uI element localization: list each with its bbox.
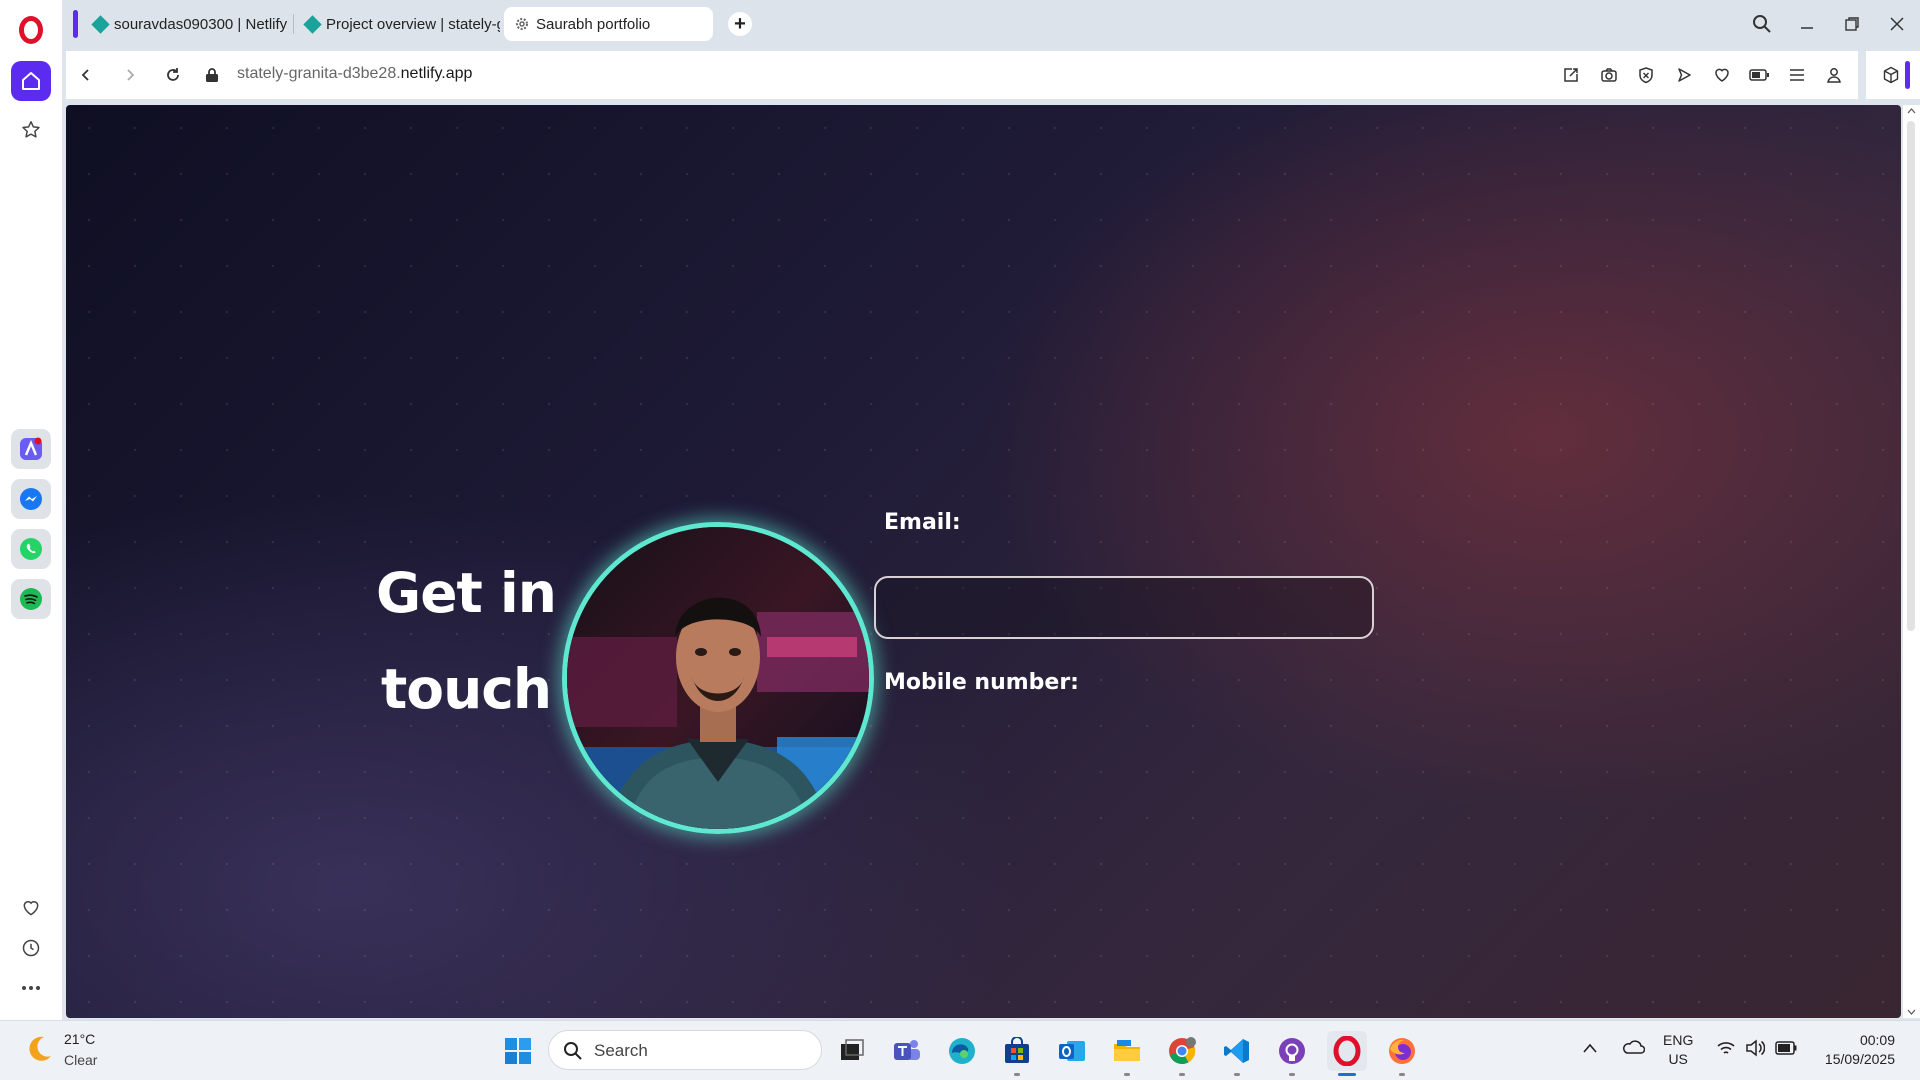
weather-condition: Clear bbox=[64, 1052, 98, 1068]
messenger-icon[interactable] bbox=[11, 479, 51, 519]
language-indicator[interactable]: ENG US bbox=[1663, 1031, 1693, 1069]
outlook-icon[interactable] bbox=[1052, 1031, 1092, 1071]
extensions-cube-icon[interactable] bbox=[1880, 64, 1902, 86]
panel-accent bbox=[1905, 61, 1910, 89]
chrome-icon[interactable] bbox=[1162, 1031, 1202, 1076]
avatar bbox=[562, 522, 874, 834]
gear-icon bbox=[514, 16, 530, 32]
tab-title: souravdas090300 | Netlify bbox=[114, 15, 288, 33]
spotify-icon[interactable] bbox=[11, 579, 51, 619]
flow-icon[interactable] bbox=[1673, 64, 1695, 86]
address-bar: stately-granita-d3be28.netlify.app bbox=[66, 51, 1858, 99]
edge-icon[interactable] bbox=[942, 1031, 982, 1071]
battery-icon[interactable] bbox=[1775, 1041, 1797, 1060]
battery-saver-icon[interactable] bbox=[1748, 64, 1770, 86]
lock-icon[interactable] bbox=[198, 61, 226, 89]
url-field[interactable]: stately-granita-d3be28.netlify.app bbox=[237, 65, 472, 83]
windows-taskbar: 21°C Clear Search ENG US 00:09 15/09/202… bbox=[0, 1020, 1920, 1080]
task-view-icon[interactable] bbox=[832, 1031, 872, 1071]
minimize-button[interactable] bbox=[1792, 10, 1822, 38]
language-code: ENG bbox=[1663, 1032, 1694, 1048]
dot-grid-background bbox=[66, 105, 1901, 1018]
adblock-icon[interactable] bbox=[1635, 64, 1657, 86]
file-explorer-icon[interactable] bbox=[1107, 1031, 1147, 1076]
tab-title: Saurabh portfolio bbox=[536, 15, 651, 33]
netlify-icon bbox=[302, 14, 322, 34]
github-desktop-icon[interactable] bbox=[1272, 1031, 1312, 1076]
tab-saurabh-portfolio[interactable]: Saurabh portfolio bbox=[504, 7, 713, 41]
search-placeholder: Search bbox=[594, 1041, 648, 1060]
webpage-viewport: Get in touch Email: Mobile number: bbox=[66, 105, 1901, 1018]
camera-icon[interactable] bbox=[1598, 64, 1620, 86]
history-icon[interactable] bbox=[11, 928, 51, 968]
weather-moon-icon[interactable] bbox=[24, 1033, 54, 1068]
page-scrollbar[interactable] bbox=[1903, 105, 1920, 1018]
show-hidden-icons-icon[interactable] bbox=[1582, 1041, 1598, 1059]
new-tab-button[interactable]: + bbox=[728, 12, 752, 36]
whatsapp-icon[interactable] bbox=[11, 529, 51, 569]
restore-button[interactable] bbox=[1837, 10, 1867, 38]
tab-title: Project overview | stately-g bbox=[326, 15, 500, 33]
tab-netlify-team[interactable]: souravdas090300 | Netlify bbox=[82, 7, 290, 41]
reload-button[interactable] bbox=[159, 61, 187, 89]
aria-icon[interactable] bbox=[11, 429, 51, 469]
keyboard-layout: US bbox=[1668, 1051, 1688, 1067]
back-button[interactable] bbox=[72, 61, 100, 89]
heart-icon[interactable] bbox=[11, 888, 51, 928]
teams-icon[interactable] bbox=[887, 1031, 927, 1071]
star-icon[interactable] bbox=[11, 110, 51, 150]
home-icon[interactable] bbox=[11, 61, 51, 101]
scrollbar-thumb[interactable] bbox=[1907, 121, 1915, 631]
close-button[interactable] bbox=[1882, 10, 1912, 38]
windows-start-icon[interactable] bbox=[498, 1031, 538, 1071]
clock-time: 00:09 bbox=[1859, 1032, 1895, 1048]
tab-group-accent bbox=[73, 10, 78, 38]
page-title: Get in touch bbox=[376, 561, 557, 721]
tab-search-icon[interactable] bbox=[1747, 10, 1777, 38]
opera-sidebar bbox=[0, 0, 62, 1020]
mobile-number-label: Mobile number: bbox=[884, 670, 1079, 695]
email-field[interactable] bbox=[874, 576, 1374, 639]
share-icon[interactable] bbox=[1560, 64, 1582, 86]
profile-icon[interactable] bbox=[1823, 64, 1845, 86]
volume-icon[interactable] bbox=[1745, 1039, 1766, 1062]
weather-temperature: 21°C bbox=[64, 1031, 96, 1047]
onedrive-icon[interactable] bbox=[1621, 1039, 1646, 1060]
vscode-icon[interactable] bbox=[1217, 1031, 1257, 1076]
netlify-icon bbox=[90, 14, 110, 34]
microsoft-store-icon[interactable] bbox=[997, 1031, 1037, 1076]
email-label: Email: bbox=[884, 510, 961, 535]
clock-date: 15/09/2025 bbox=[1824, 1051, 1895, 1067]
taskbar-search-input[interactable]: Search bbox=[548, 1030, 822, 1070]
firefox-icon[interactable] bbox=[1382, 1031, 1422, 1076]
opera-taskbar-icon[interactable] bbox=[1327, 1031, 1367, 1076]
forward-button[interactable] bbox=[116, 61, 144, 89]
extensions-panel bbox=[1866, 51, 1920, 99]
more-icon[interactable] bbox=[11, 968, 51, 1008]
tab-project-overview[interactable]: Project overview | stately-g bbox=[294, 7, 500, 41]
system-clock[interactable]: 00:09 15/09/2025 bbox=[1825, 1031, 1895, 1069]
wifi-icon[interactable] bbox=[1716, 1040, 1736, 1061]
easy-setup-icon[interactable] bbox=[1786, 64, 1808, 86]
opera-logo-icon[interactable] bbox=[19, 16, 43, 44]
heart-icon[interactable] bbox=[1711, 64, 1733, 86]
